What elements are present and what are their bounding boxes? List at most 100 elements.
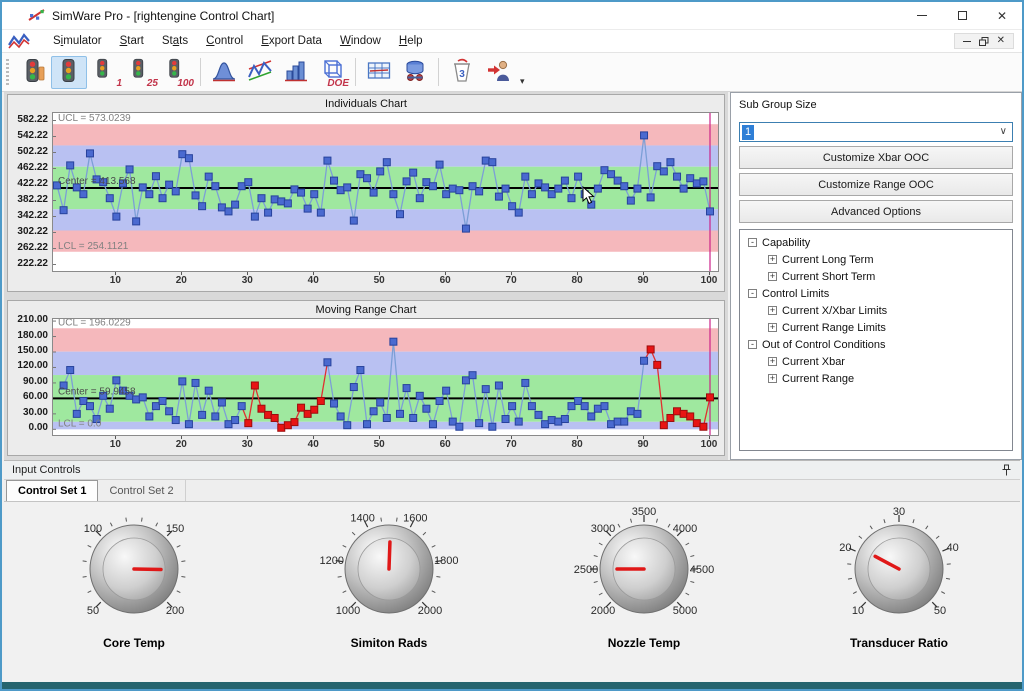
data-point [561,177,568,184]
data-roller-button[interactable] [397,56,433,89]
customize-range-ooc-button[interactable]: Customize Range OOC [739,173,1013,196]
menu-items: SimulatorStartStatsControlExport DataWin… [44,33,432,49]
data-table-button[interactable] [361,56,397,89]
control-chart-button[interactable] [242,56,278,89]
mdi-restore-button[interactable] [979,37,989,46]
data-point [396,211,403,218]
tree-item-current-x-xbar-limits[interactable]: +Current X/Xbar Limits [742,302,1010,319]
tab-control-set-1[interactable]: Control Set 1 [6,480,98,501]
data-point [291,419,298,426]
data-point [594,405,601,412]
tab-control-set-2[interactable]: Control Set 2 [98,480,185,501]
traffic-light-step-button-1[interactable]: 1 [87,56,123,89]
data-point [172,417,179,424]
core-temp-knob[interactable]: 50100150200 [19,507,249,634]
minimize-button[interactable] [902,2,942,29]
traffic-light-run-button[interactable] [15,56,51,89]
transducer-ratio-knob[interactable]: 1020304050 [784,507,1014,634]
data-point [298,404,305,411]
expand-icon[interactable]: + [768,323,777,332]
bell-curve-button[interactable] [206,56,242,89]
traffic-light-step-button-100[interactable]: 100 [159,56,195,89]
expand-icon[interactable]: + [768,306,777,315]
y-tick-label: 180.00 [10,330,48,341]
app-icon [28,8,46,23]
expand-icon[interactable]: + [768,374,777,383]
x-tick-label: 90 [630,275,656,286]
tree-item-label: Current Range [782,373,854,385]
traffic-light-button[interactable] [51,56,87,89]
tree-item-current-long-term[interactable]: + Current Long Term [742,251,1010,268]
chevron-down-icon[interactable]: ∨ [1000,126,1007,137]
subgroup-size-combobox[interactable]: 1 ∨ [739,122,1013,142]
tree-item-out-of-control-conditions[interactable]: -Out of Control Conditions [742,336,1010,353]
data-point [456,423,463,430]
tree-item-label: Current Long Term [782,254,874,266]
data-point [133,218,140,225]
data-point [80,191,87,198]
options-tree[interactable]: -Capability + Current Long Term +Current Sh… [739,229,1013,451]
discard-data-button[interactable]: 3 [444,56,480,89]
svg-text:Center = 59.9458: Center = 59.9458 [58,386,136,397]
mdi-minimize-button[interactable] [963,41,971,42]
menu-start[interactable]: Start [111,33,153,49]
mdi-close-button[interactable]: ✕ [997,36,1005,46]
tree-item-current-range[interactable]: + Current Range [742,370,1010,387]
simiton-rads-knob[interactable]: 100012001400160018002000 [274,507,504,634]
knob-needle[interactable] [389,542,390,569]
tree-item-current-short-term[interactable]: +Current Short Term [742,268,1010,285]
knob-scale-label: 2500 [574,564,598,576]
moving-range-plot[interactable]: UCL = 196.0229Center = 59.9458LCL = 0.0 [52,318,719,436]
histogram-icon [283,58,309,87]
menu-control[interactable]: Control [197,33,252,49]
collapse-icon[interactable]: - [748,340,757,349]
data-point [212,183,219,190]
menu-stats[interactable]: Stats [153,33,197,49]
knob-scale-label: 4500 [690,564,714,576]
traffic-light-step-button-25[interactable]: 25 [123,56,159,89]
tree-item-capability[interactable]: -Capability [742,234,1010,251]
data-point [67,162,74,169]
x-tick-label: 30 [234,275,260,286]
menu-export-data[interactable]: Export Data [252,33,331,49]
advanced-options-button[interactable]: Advanced Options [739,200,1013,223]
tree-item-current-range-limits[interactable]: +Current Range Limits [742,319,1010,336]
collapse-icon[interactable]: - [748,289,757,298]
histogram-button[interactable] [278,56,314,89]
data-point [245,179,252,186]
close-button[interactable]: ✕ [982,2,1022,29]
data-point [364,421,371,428]
toolbar-overflow-icon[interactable]: ▾ [520,76,525,87]
doe-cube-button-doe[interactable]: DOE [314,56,350,89]
toolbar-grip[interactable] [6,59,9,85]
collapse-icon[interactable]: - [748,238,757,247]
data-point [542,421,549,428]
data-point [337,413,344,420]
tree-item-control-limits[interactable]: -Control Limits [742,285,1010,302]
expand-icon[interactable]: + [768,255,777,264]
expand-icon[interactable]: + [768,272,777,281]
tree-item-current-xbar[interactable]: +Current Xbar [742,353,1010,370]
menu-window[interactable]: Window [331,33,390,49]
customize-xbar-ooc-button[interactable]: Customize Xbar OOC [739,146,1013,169]
knob-scale-label: 2000 [591,605,615,617]
chart-window-icon [8,33,30,49]
expand-icon[interactable]: + [768,357,777,366]
svg-text:Center = 413.568: Center = 413.568 [58,176,136,187]
data-point [284,422,291,429]
knob-scale-label: 1400 [350,512,374,524]
menu-simulator[interactable]: Simulator [44,33,111,49]
maximize-icon [958,11,967,20]
data-point [172,188,179,195]
individuals-y-axis: 582.22542.22502.22462.22422.22382.22342.… [10,112,52,288]
nozzle-temp-knob[interactable]: 2000250030003500400045005000 [529,507,759,634]
data-point [298,189,305,196]
exit-button[interactable] [480,56,516,89]
pin-icon[interactable] [1001,464,1012,477]
data-point [489,423,496,430]
data-point [674,173,681,180]
maximize-button[interactable] [942,2,982,29]
data-point [291,186,298,193]
individuals-plot[interactable]: UCL = 573.0239Center = 413.568LCL = 254.… [52,112,719,272]
menu-help[interactable]: Help [390,33,432,49]
